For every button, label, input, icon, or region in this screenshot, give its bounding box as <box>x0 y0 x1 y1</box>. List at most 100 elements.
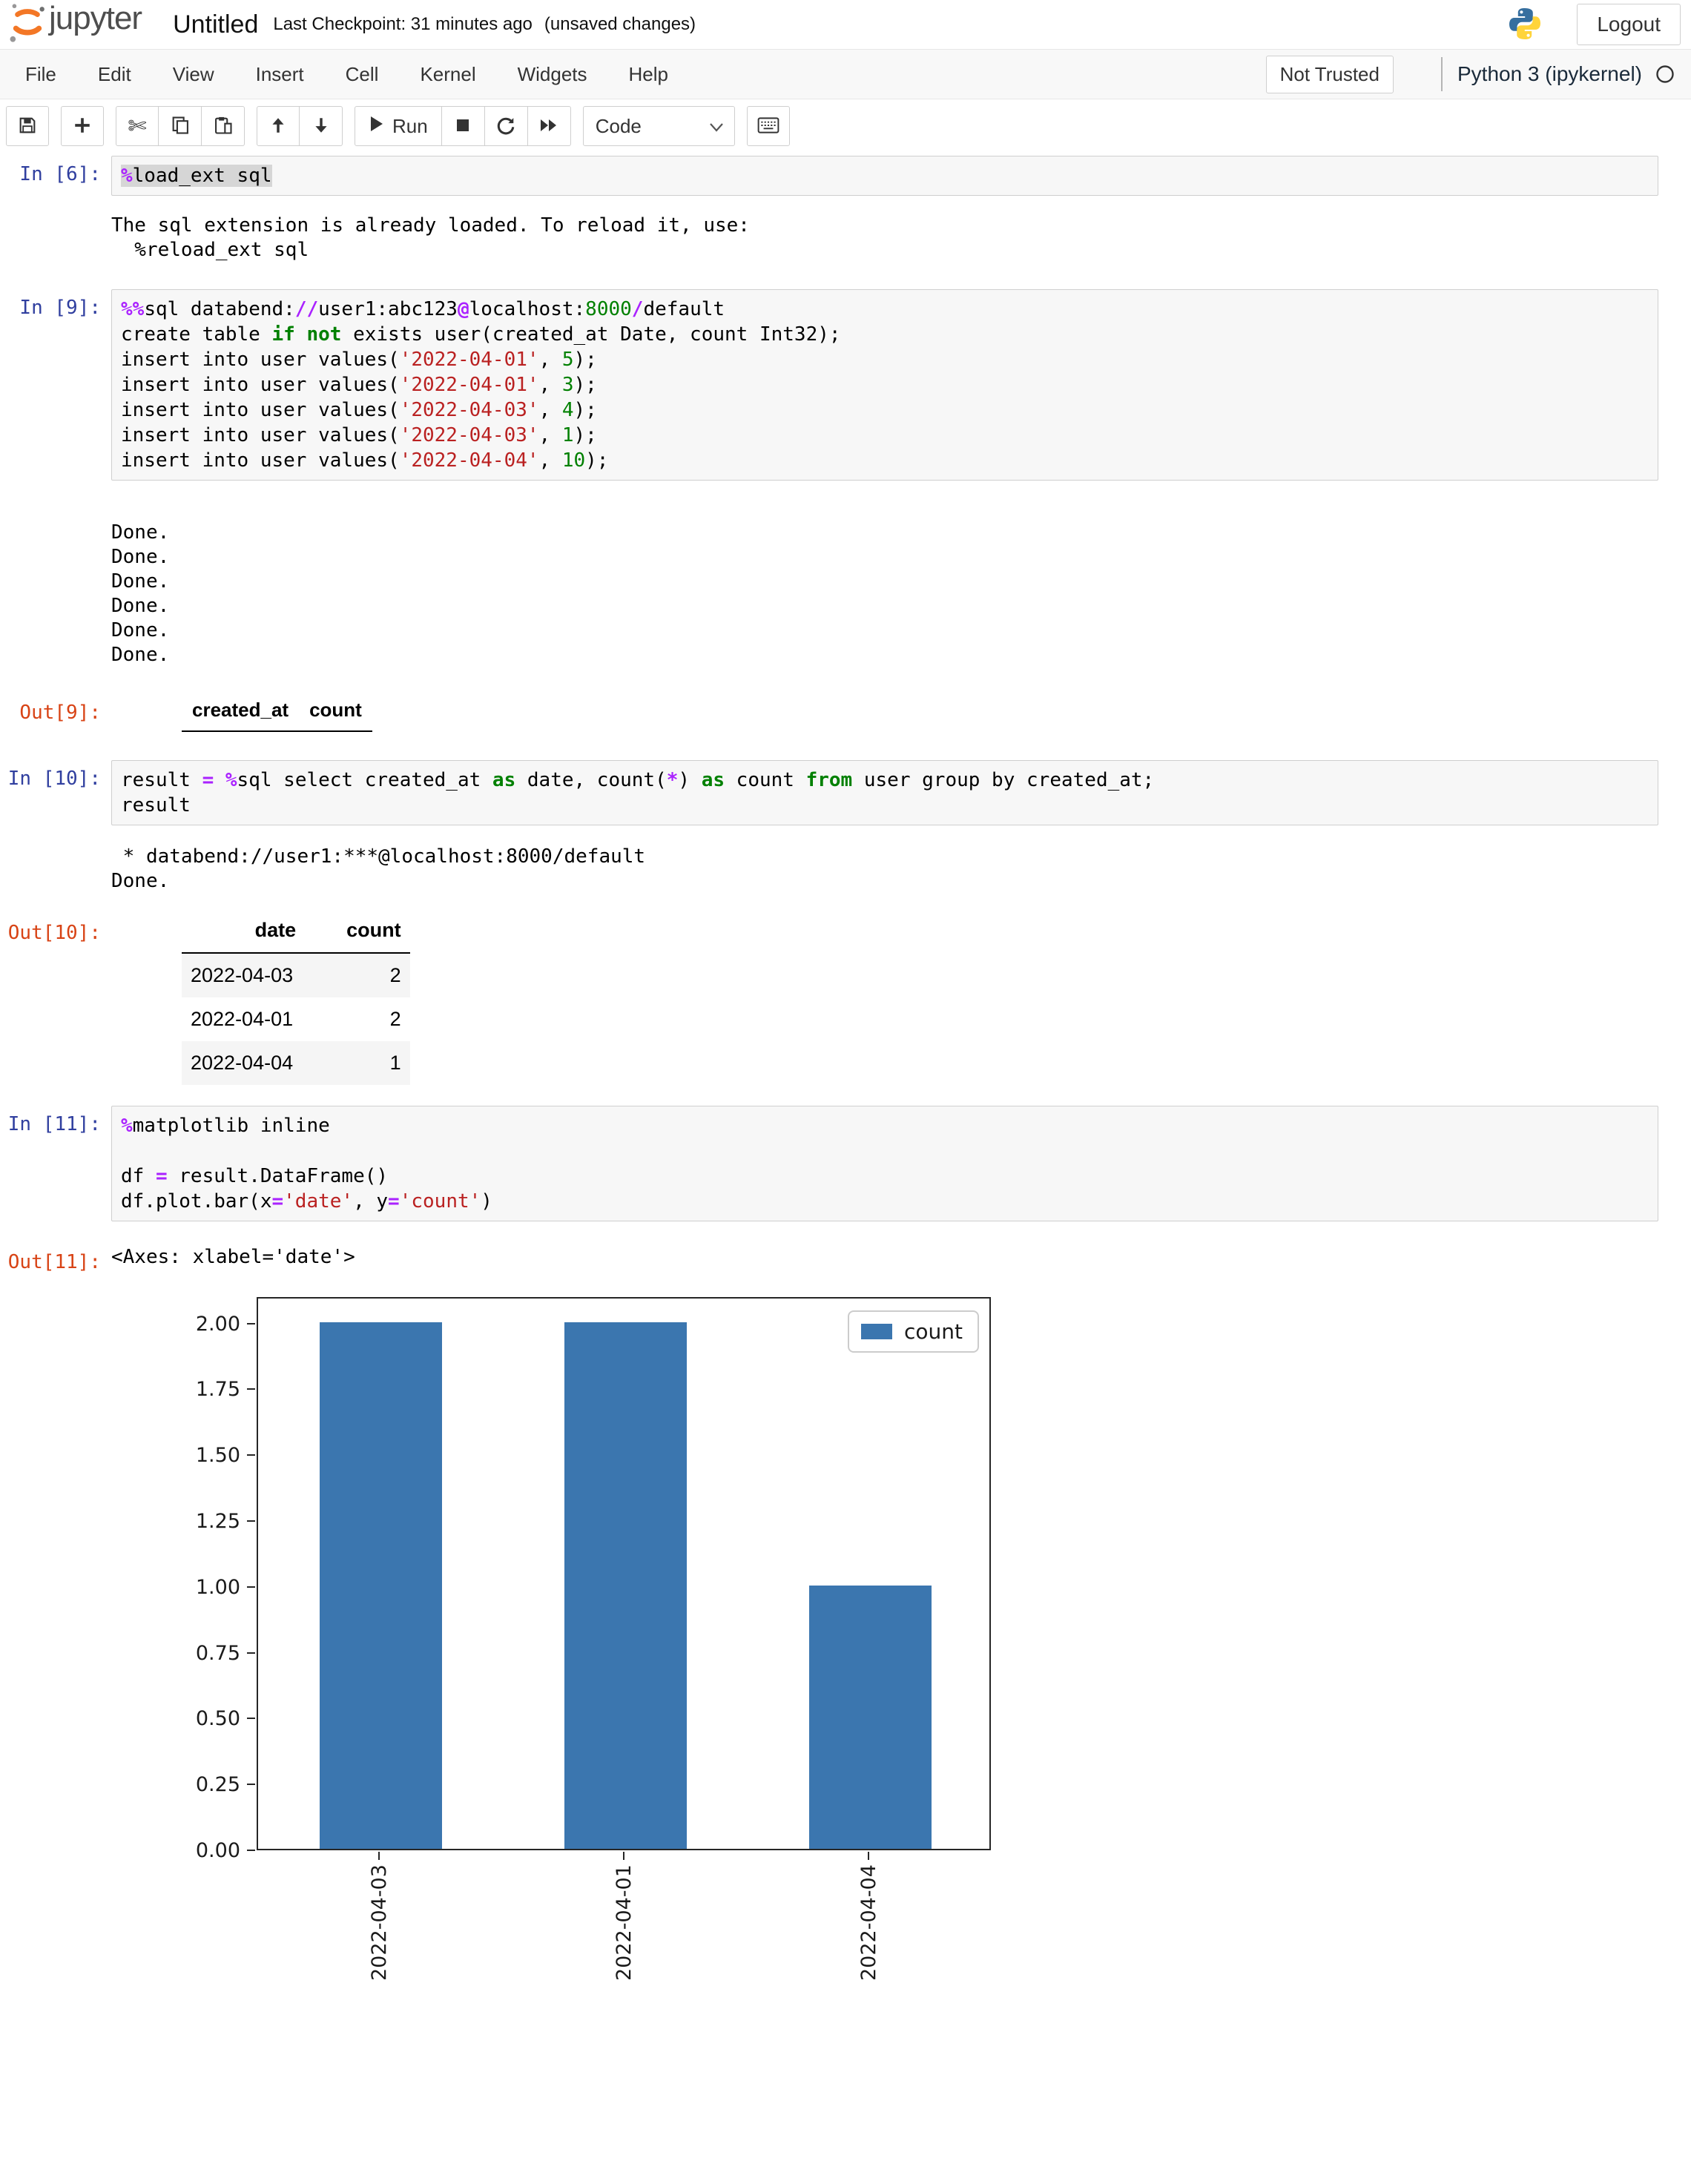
code-cell-10: In [10]: result = %sql select created_at… <box>0 760 1691 825</box>
paste-icon <box>213 115 234 138</box>
y-tick-label: 2.00 <box>181 1314 240 1334</box>
menu-insert[interactable]: Insert <box>235 50 325 99</box>
input-prompt: In [9]: <box>0 289 111 319</box>
code-editor[interactable]: %matplotlib inline df = result.DataFrame… <box>111 1106 1658 1221</box>
output-prompt: Out[9]: <box>0 694 111 724</box>
x-tick-label: 2022-04-01 <box>613 1864 636 1981</box>
output-prompt: Out[11]: <box>0 1244 111 1273</box>
chart-legend: count <box>848 1310 979 1353</box>
notebook-title[interactable]: Untitled <box>173 10 258 39</box>
move-cell-down-button[interactable] <box>300 106 343 146</box>
stop-icon <box>454 116 472 136</box>
toolbar: ✄ Run <box>0 99 1691 153</box>
paste-cell-button[interactable] <box>202 106 245 146</box>
output-9: Out[9]: created_atcount <box>0 694 1691 732</box>
y-tick-label: 1.00 <box>181 1577 240 1597</box>
axes-repr-text: <Axes: xlabel='date'> <box>111 1244 1658 1270</box>
divider <box>1441 57 1443 91</box>
input-prompt: In [10]: <box>0 760 111 790</box>
code-cell-11: In [11]: %matplotlib inline df = result.… <box>0 1106 1691 1221</box>
save-button[interactable] <box>6 106 49 146</box>
scissors-icon: ✄ <box>128 113 146 139</box>
menu-help[interactable]: Help <box>608 50 689 99</box>
cell-type-value: Code <box>596 115 642 138</box>
bar-2022-04-04 <box>809 1586 932 1849</box>
output-create-stream: Done. Done. Done. Done. Done. Done. <box>0 519 1691 667</box>
output-10: Out[10]: datecount2022-04-0322022-04-012… <box>0 914 1691 1085</box>
restart-kernel-button[interactable] <box>485 106 528 146</box>
input-prompt: In [11]: <box>0 1106 111 1135</box>
output-11: Out[11]: <Axes: xlabel='date'> <box>0 1244 1691 1273</box>
legend-swatch <box>861 1324 892 1339</box>
python-logo-icon <box>1507 6 1543 45</box>
jupyter-logo-text: jupyter <box>49 0 142 37</box>
checkpoint-status: Last Checkpoint: 31 minutes ago <box>273 14 533 35</box>
code-editor[interactable]: %%sql databend://user1:abc123@localhost:… <box>111 289 1658 481</box>
stream-output: * databend://user1:***@localhost:8000/de… <box>111 843 1658 894</box>
cut-cell-button[interactable]: ✄ <box>116 106 159 146</box>
stream-output: The sql extension is already loaded. To … <box>111 212 1658 263</box>
jupyter-notebook-app: jupyter Untitled Last Checkpoint: 31 min… <box>0 0 1691 2184</box>
kernel-idle-icon <box>1655 65 1675 84</box>
sql-result-table: created_atcount <box>182 694 1658 732</box>
menu-view[interactable]: View <box>152 50 235 99</box>
code-editor[interactable]: %load_ext sql <box>111 156 1658 196</box>
move-cell-up-button[interactable] <box>257 106 300 146</box>
save-icon <box>17 115 38 138</box>
output-select-stream: * databend://user1:***@localhost:8000/de… <box>0 843 1691 894</box>
y-tick-label: 0.00 <box>181 1841 240 1861</box>
code-cell-6: In [6]: %load_ext sql <box>0 156 1691 196</box>
menu-edit[interactable]: Edit <box>77 50 152 99</box>
notebook-area: In [6]: %load_ext sql The sql extension … <box>0 153 1691 2184</box>
y-tick-label: 0.75 <box>181 1643 240 1663</box>
arrow-down-icon <box>312 116 331 137</box>
not-trusted-button[interactable]: Not Trusted <box>1266 56 1394 93</box>
y-tick-label: 0.50 <box>181 1709 240 1729</box>
code-cell-9: In [9]: %%sql databend://user1:abc123@lo… <box>0 289 1691 481</box>
x-tick-label: 2022-04-04 <box>857 1864 880 1981</box>
copy-cell-button[interactable] <box>159 106 202 146</box>
menu-file[interactable]: File <box>4 50 77 99</box>
menu-widgets[interactable]: Widgets <box>497 50 608 99</box>
output-load-ext: The sql extension is already loaded. To … <box>0 212 1691 263</box>
unsaved-changes-status: (unsaved changes) <box>544 14 696 35</box>
y-tick-label: 1.50 <box>181 1445 240 1465</box>
y-tick-label: 0.25 <box>181 1775 240 1795</box>
output-prompt: Out[10]: <box>0 914 111 944</box>
run-label: Run <box>392 115 428 138</box>
bar-chart-output: 0.00 0.25 0.50 0.75 1.00 1.25 1.50 1.75 2.00 2022… <box>0 1294 1691 2184</box>
add-cell-button[interactable] <box>61 106 104 146</box>
header: jupyter Untitled Last Checkpoint: 31 min… <box>0 0 1691 49</box>
menu-kernel[interactable]: Kernel <box>399 50 496 99</box>
fast-forward-icon <box>539 116 558 136</box>
menu-cell[interactable]: Cell <box>325 50 400 99</box>
keyboard-icon <box>757 116 779 137</box>
plus-icon <box>73 116 92 137</box>
code-editor[interactable]: result = %sql select created_at as date,… <box>111 760 1658 825</box>
y-tick-label: 1.25 <box>181 1511 240 1531</box>
bar-2022-04-03 <box>320 1322 442 1849</box>
legend-label: count <box>904 1319 963 1344</box>
x-tick-label: 2022-04-03 <box>368 1864 391 1981</box>
stream-output: Done. Done. Done. Done. Done. Done. <box>111 519 1658 667</box>
kernel-name: Python 3 (ipykernel) <box>1457 62 1642 86</box>
copy-icon <box>170 115 191 138</box>
restart-icon <box>495 115 516 138</box>
command-palette-button[interactable] <box>747 106 790 146</box>
run-button[interactable]: Run <box>355 106 442 146</box>
play-icon <box>369 115 385 138</box>
arrow-up-icon <box>268 116 288 137</box>
bar-chart: 0.000.250.500.751.001.251.501.752.002022… <box>193 1294 1009 2184</box>
input-prompt: In [6]: <box>0 156 111 185</box>
dataframe-table: datecount2022-04-0322022-04-0122022-04-0… <box>182 914 1658 1085</box>
interrupt-kernel-button[interactable] <box>442 106 485 146</box>
jupyter-logo[interactable]: jupyter <box>7 1 142 48</box>
chevron-down-icon <box>709 115 724 138</box>
jupyter-planet-icon <box>7 1 47 48</box>
restart-run-all-button[interactable] <box>528 106 571 146</box>
logout-button[interactable]: Logout <box>1577 4 1681 45</box>
y-tick-label: 1.75 <box>181 1379 240 1399</box>
menu-bar: File Edit View Insert Cell Kernel Widget… <box>0 49 1691 99</box>
cell-type-select[interactable]: Code <box>583 106 735 146</box>
bar-2022-04-01 <box>564 1322 687 1849</box>
